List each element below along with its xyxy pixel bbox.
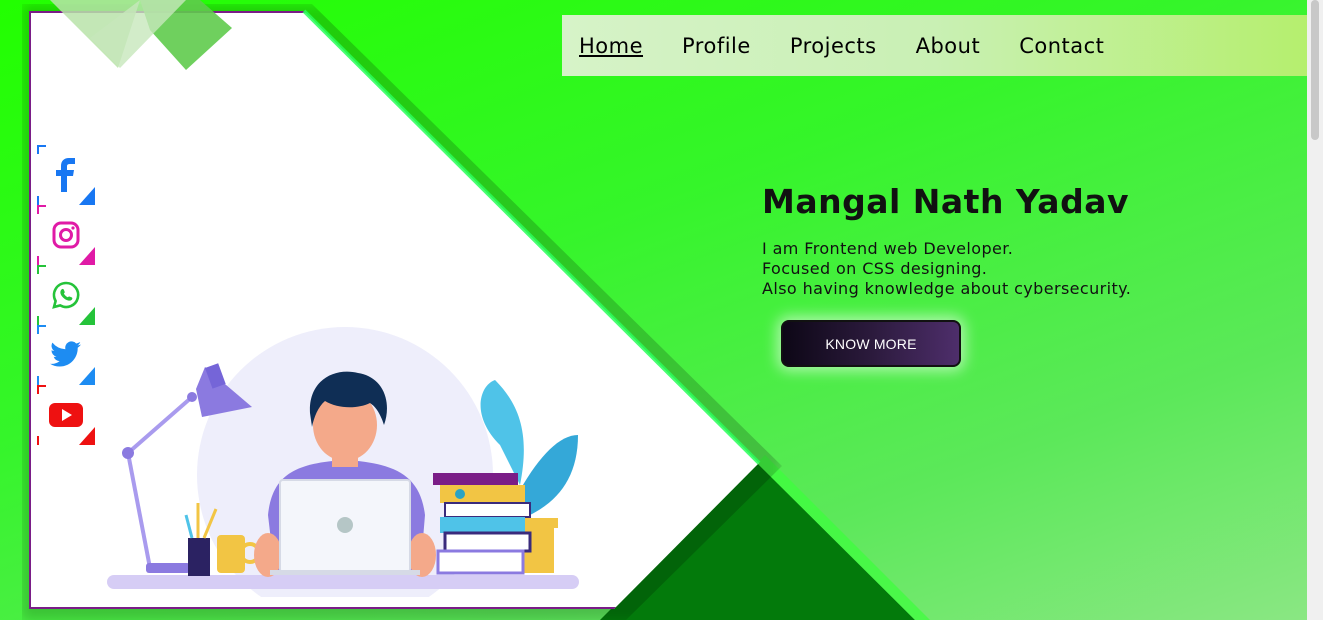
main-nav: Home Profile Projects About Contact (562, 15, 1307, 76)
facebook-icon (56, 158, 75, 192)
developer-illustration (107, 327, 579, 597)
whatsapp-icon (52, 281, 80, 309)
hero-line-3: Also having knowledge about cybersecurit… (762, 279, 1132, 298)
nav-projects[interactable]: Projects (790, 34, 877, 58)
hero-description: I am Frontend web Developer. Focused on … (762, 239, 1131, 299)
nav-home[interactable]: Home (579, 34, 643, 58)
twitter-icon (50, 341, 81, 367)
scrollbar[interactable] (1307, 0, 1323, 620)
hero-text: Mangal Nath Yadav I am Frontend web Deve… (762, 182, 1131, 299)
decorative-shapes (50, 0, 232, 70)
social-whatsapp[interactable] (37, 265, 95, 325)
social-links (37, 145, 95, 445)
hero-line-1: I am Frontend web Developer. (762, 239, 1014, 258)
know-more-button[interactable]: KNOW MORE (781, 320, 961, 367)
social-twitter[interactable] (37, 325, 95, 385)
social-youtube[interactable] (37, 385, 95, 445)
social-facebook[interactable] (37, 145, 95, 205)
nav-about[interactable]: About (916, 34, 981, 58)
nav-profile[interactable]: Profile (682, 34, 751, 58)
hero-line-2: Focused on CSS designing. (762, 259, 988, 278)
instagram-icon (52, 221, 80, 249)
social-instagram[interactable] (37, 205, 95, 265)
youtube-icon (49, 403, 83, 427)
scrollbar-thumb[interactable] (1311, 0, 1319, 140)
nav-contact[interactable]: Contact (1019, 34, 1104, 58)
hero-name: Mangal Nath Yadav (762, 182, 1129, 221)
